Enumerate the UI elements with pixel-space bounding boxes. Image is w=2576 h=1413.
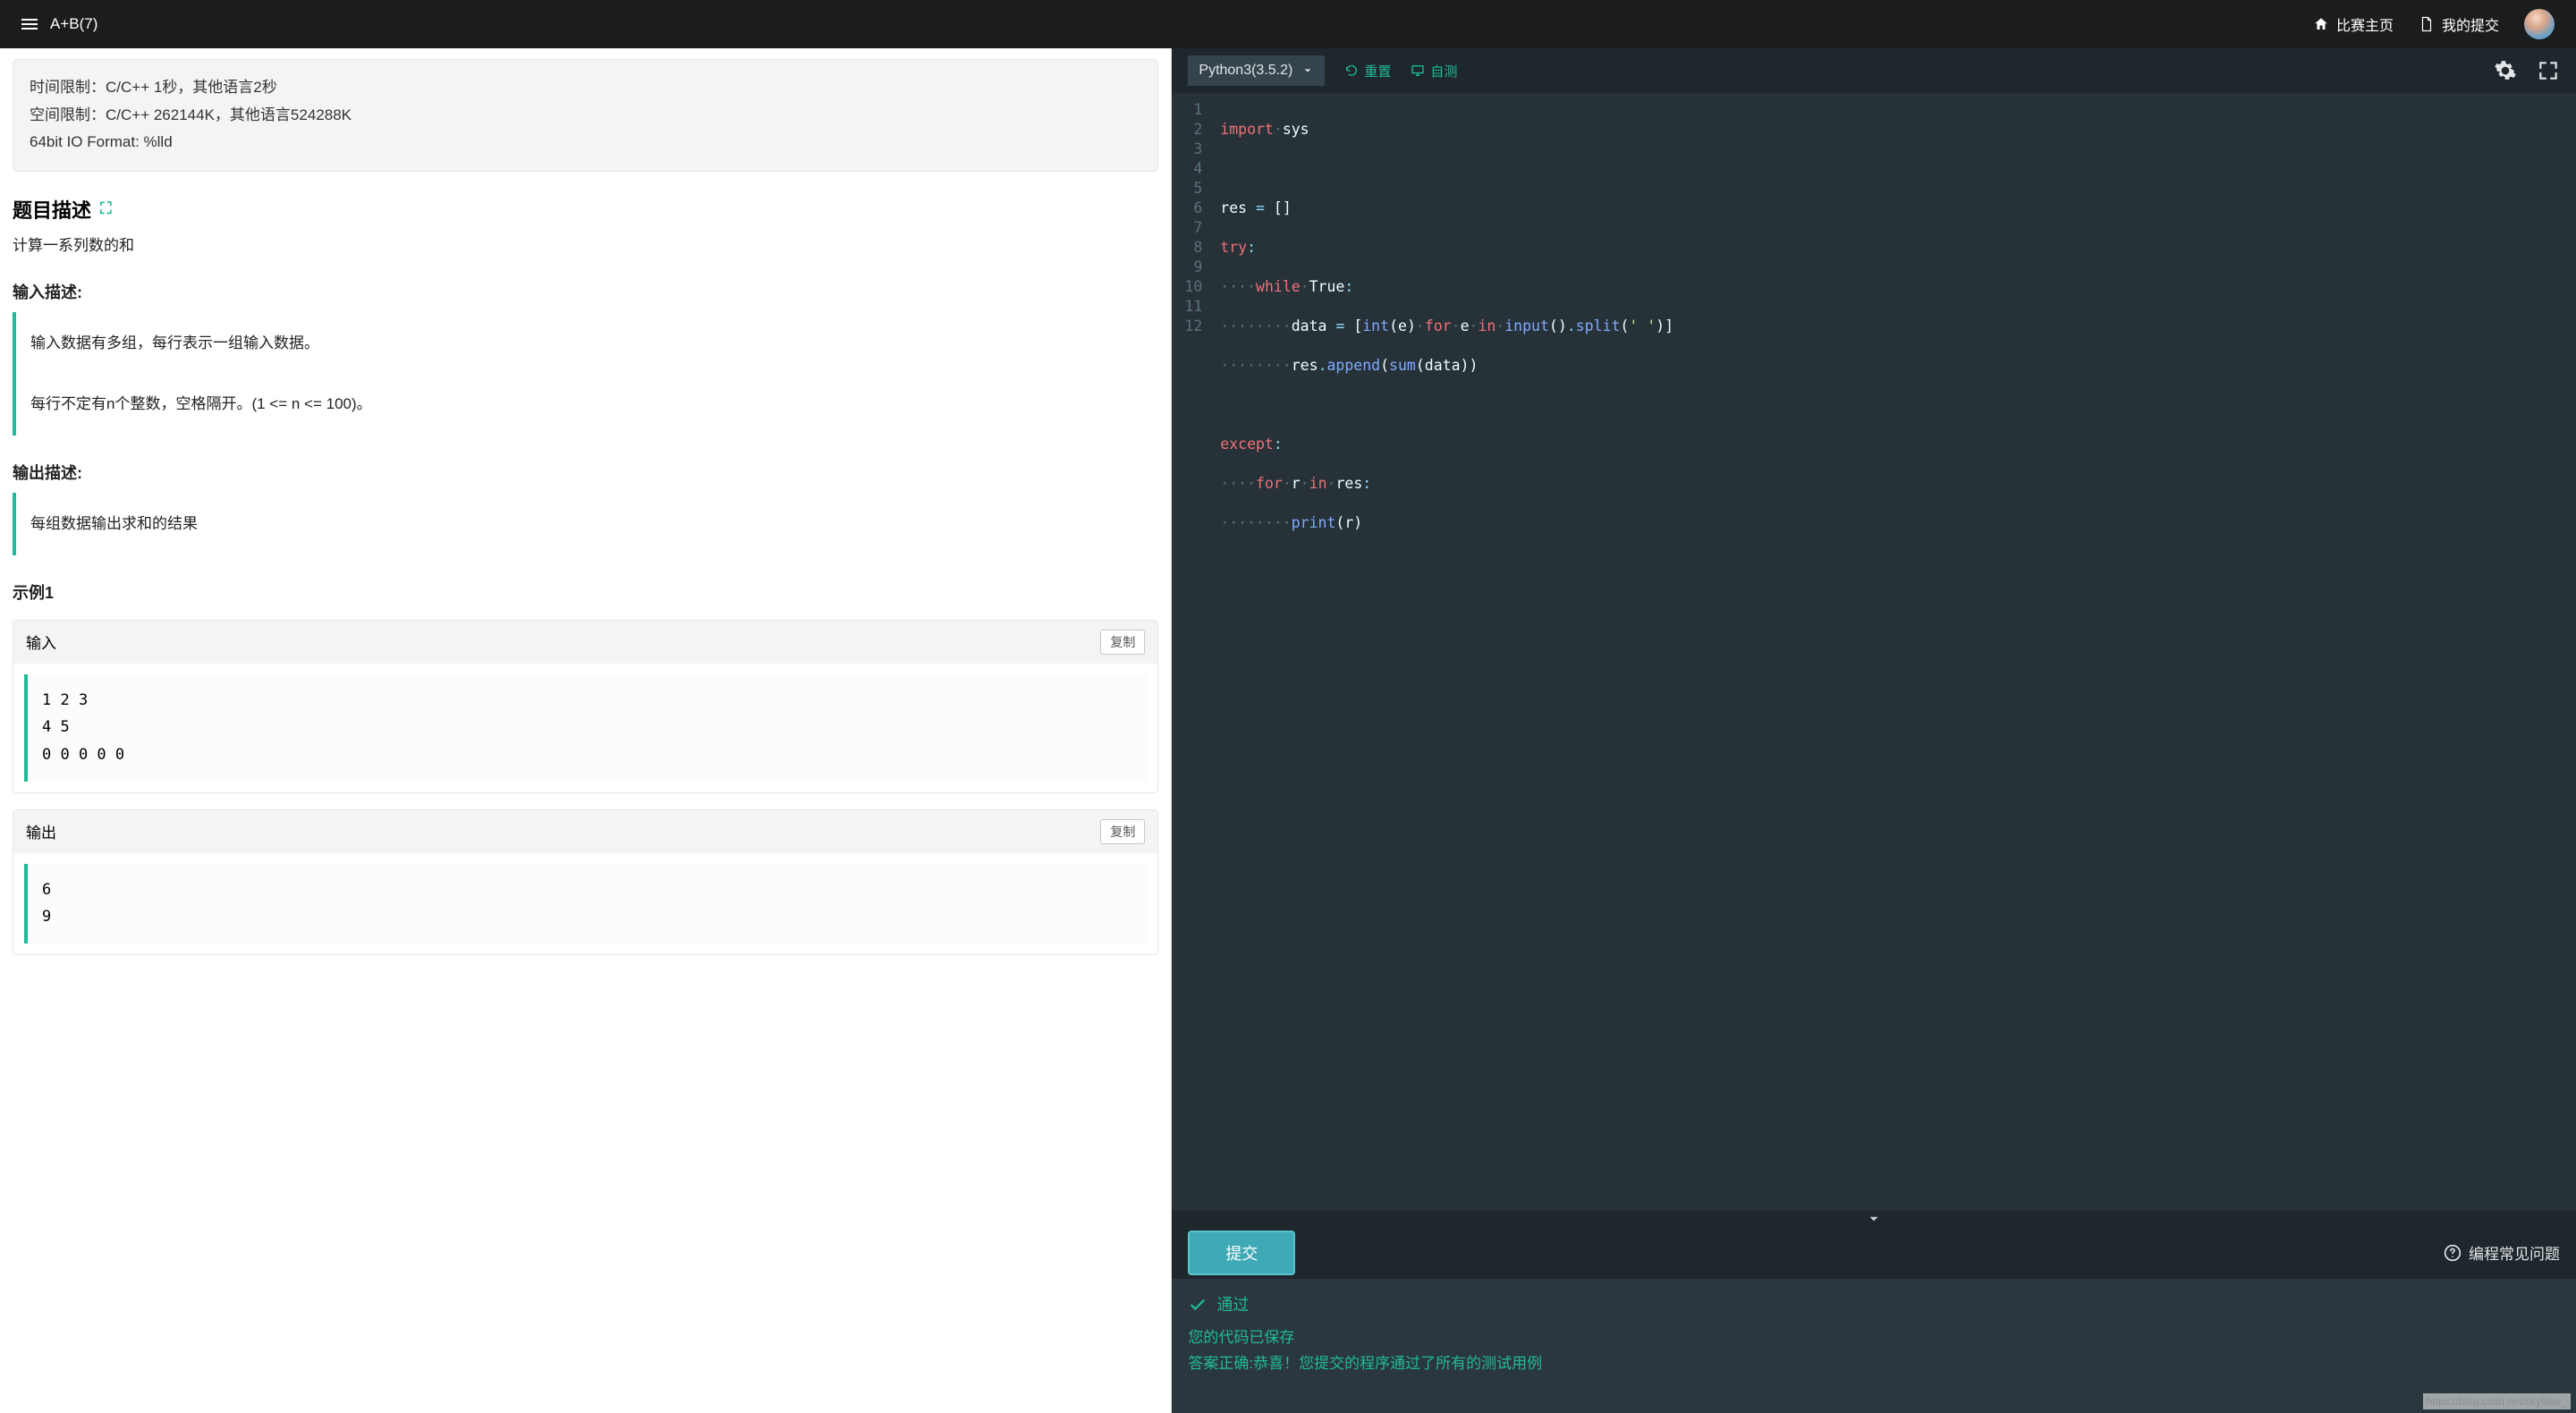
desc-body: 计算一系列数的和 (13, 233, 1158, 255)
language-select-label: Python3(3.5.2) (1199, 63, 1292, 79)
example-output-box: 输出 复制 6 9 (13, 809, 1158, 955)
input-desc-title: 输入描述: (13, 280, 1158, 303)
input-desc-body: 输入数据有多组，每行表示一组输入数据。 每行不定有n个整数，空格隔开。(1 <=… (13, 312, 1158, 436)
result-message: 答案正确:恭喜！您提交的程序通过了所有的测试用例 (1188, 1351, 2560, 1377)
example-input-box: 输入 复制 1 2 3 4 5 0 0 0 0 0 (13, 620, 1158, 793)
problem-title: A+B(7) (50, 15, 97, 33)
result-area: 通过 您的代码已保存 答案正确:恭喜！您提交的程序通过了所有的测试用例 (1172, 1279, 2576, 1413)
reset-button[interactable]: 重置 (1344, 62, 1391, 80)
code-editor[interactable]: 123456789101112 import·sys res = [] try:… (1172, 93, 2576, 1211)
section-desc-title: 题目描述 ⛶ (13, 195, 1158, 224)
panel-resize-handle[interactable] (1172, 1211, 2576, 1227)
chevron-down-icon (1301, 64, 1314, 77)
menu-icon[interactable] (21, 19, 38, 30)
example-output-body: 6 9 (24, 864, 1147, 943)
fullscreen-button[interactable] (2537, 59, 2560, 82)
avatar[interactable] (2524, 9, 2555, 39)
submit-row: 提交 编程常见问题 (1172, 1227, 2576, 1279)
example-output-label: 输出 (26, 820, 56, 842)
problem-panel: 时间限制：C/C++ 1秒，其他语言2秒 空间限制：C/C++ 262144K，… (0, 48, 1172, 1413)
check-icon (1188, 1295, 1208, 1315)
result-status: 通过 (1188, 1291, 2560, 1319)
example-title: 示例1 (13, 580, 1158, 604)
submit-button[interactable]: 提交 (1188, 1231, 1295, 1275)
limits-box: 时间限制：C/C++ 1秒，其他语言2秒 空间限制：C/C++ 262144K，… (13, 59, 1158, 172)
document-icon (2419, 16, 2435, 32)
output-desc-title: 输出描述: (13, 461, 1158, 484)
nav-contest-home[interactable]: 比赛主页 (2313, 13, 2394, 35)
editor-panel: Python3(3.5.2) 重置 自测 (1172, 48, 2576, 1413)
monitor-icon (1411, 63, 1425, 78)
faq-link[interactable]: 编程常见问题 (2444, 1241, 2560, 1264)
example-input-body: 1 2 3 4 5 0 0 0 0 0 (24, 674, 1147, 782)
result-saved: 您的代码已保存 (1188, 1325, 2560, 1351)
language-select[interactable]: Python3(3.5.2) (1188, 55, 1325, 86)
code-lines: import·sys res = [] try: ····while·True:… (1211, 93, 1682, 1211)
topbar: A+B(7) 比赛主页 我的提交 (0, 0, 2576, 48)
time-limit: 时间限制：C/C++ 1秒，其他语言2秒 (30, 74, 1141, 102)
watermark: https://blog.csdn.net/skylake_ (2423, 1393, 2571, 1409)
example-input-label: 输入 (26, 630, 56, 653)
nav-my-submissions-label: 我的提交 (2442, 13, 2499, 35)
output-desc-body: 每组数据输出求和的结果 (13, 493, 1158, 555)
nav-contest-home-label: 比赛主页 (2336, 13, 2394, 35)
io-format: 64bit IO Format: %lld (30, 129, 1141, 157)
expand-icon[interactable]: ⛶ (100, 199, 112, 218)
question-circle-icon (2444, 1244, 2462, 1262)
fullscreen-icon (2537, 59, 2560, 82)
nav-my-submissions[interactable]: 我的提交 (2419, 13, 2499, 35)
copy-input-button[interactable]: 复制 (1100, 630, 1145, 655)
memory-limit: 空间限制：C/C++ 262144K，其他语言524288K (30, 102, 1141, 130)
selftest-button[interactable]: 自测 (1411, 62, 1457, 80)
line-gutter: 123456789101112 (1172, 93, 1211, 1211)
chevron-down-icon (1866, 1214, 1882, 1224)
refresh-icon (1344, 63, 1359, 78)
settings-button[interactable] (2494, 59, 2517, 82)
copy-output-button[interactable]: 复制 (1100, 819, 1145, 844)
home-icon (2313, 16, 2329, 32)
editor-toolbar: Python3(3.5.2) 重置 自测 (1172, 48, 2576, 93)
gear-icon (2494, 59, 2517, 82)
